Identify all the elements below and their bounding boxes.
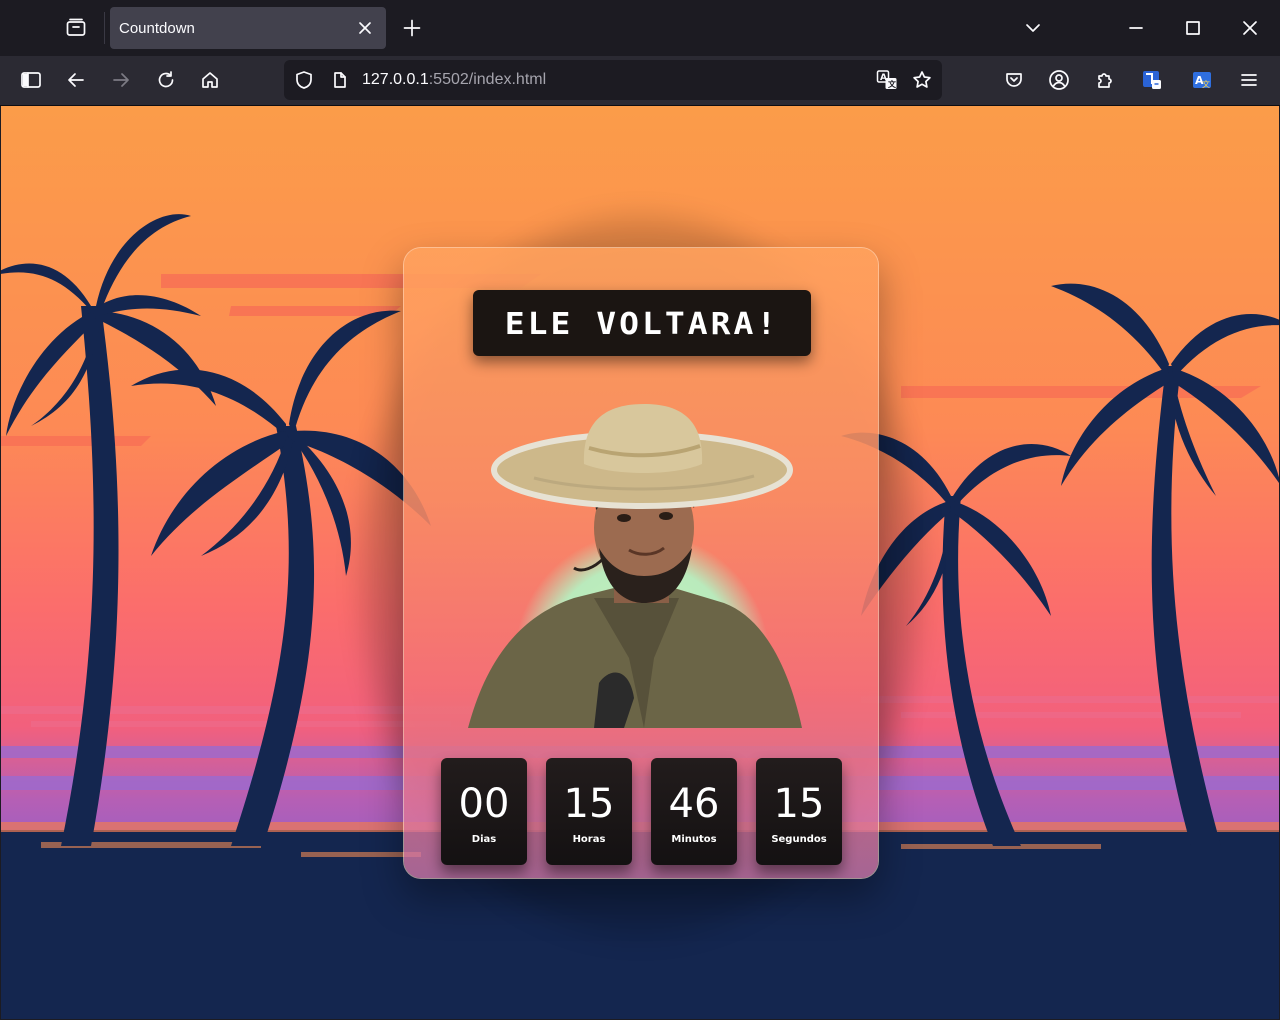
forward-arrow-icon[interactable] xyxy=(103,62,139,98)
reload-icon[interactable] xyxy=(148,62,184,98)
close-tab-icon[interactable] xyxy=(350,13,380,43)
vpn-extension-icon[interactable] xyxy=(1134,62,1170,98)
page-viewport: ELE VOLTARA! 00 Dias 15 Horas 46 Minutos… xyxy=(1,106,1279,1019)
chevron-down-icon[interactable] xyxy=(1013,8,1053,48)
close-window-icon[interactable] xyxy=(1230,8,1270,48)
translator-extension-icon[interactable]: A文 xyxy=(1184,62,1220,98)
tab-separator xyxy=(104,12,105,44)
minutes-value: 46 xyxy=(668,781,720,827)
url-path: :5502/index.html xyxy=(428,71,547,88)
url-text[interactable]: 127.0.0.1:5502/index.html xyxy=(362,71,546,89)
page-icon xyxy=(324,64,356,96)
shield-icon[interactable] xyxy=(288,64,320,96)
account-icon[interactable] xyxy=(1041,62,1077,98)
pocket-icon[interactable] xyxy=(996,62,1032,98)
extensions-icon[interactable] xyxy=(1087,62,1123,98)
heading-box: ELE VOLTARA! xyxy=(473,290,811,356)
maximize-icon[interactable] xyxy=(1173,8,1213,48)
portrait-image xyxy=(468,404,802,728)
minutes-label: Minutos xyxy=(671,834,717,845)
home-icon[interactable] xyxy=(192,62,228,98)
countdown-minutes: 46 Minutos xyxy=(651,758,737,865)
svg-text:文: 文 xyxy=(1202,79,1210,89)
countdown-days: 00 Dias xyxy=(441,758,527,865)
hours-label: Horas xyxy=(572,834,606,845)
tab-title: Countdown xyxy=(119,19,195,37)
tab-countdown[interactable]: Countdown xyxy=(110,7,386,49)
new-tab-icon[interactable] xyxy=(396,12,428,44)
days-label: Dias xyxy=(471,834,497,845)
menu-hamburger-icon[interactable] xyxy=(1231,62,1267,98)
minimize-icon[interactable] xyxy=(1116,8,1156,48)
countdown-hours: 15 Horas xyxy=(546,758,632,865)
days-value: 00 xyxy=(458,781,510,827)
sidebar-icon[interactable] xyxy=(13,62,49,98)
navigation-toolbar: 127.0.0.1:5502/index.html A文 A文 xyxy=(0,56,1280,105)
countdown-card: ELE VOLTARA! 00 Dias 15 Horas 46 Minutos… xyxy=(403,247,879,879)
seconds-label: Segundos xyxy=(771,834,827,845)
page-heading: ELE VOLTARA! xyxy=(504,305,780,341)
tab-list-icon[interactable] xyxy=(54,8,98,48)
bookmark-star-icon[interactable] xyxy=(906,64,938,96)
countdown-seconds: 15 Segundos xyxy=(756,758,842,865)
back-arrow-icon[interactable] xyxy=(58,62,94,98)
url-host: 127.0.0.1 xyxy=(362,71,429,88)
hours-value: 15 xyxy=(563,781,615,827)
seconds-value: 15 xyxy=(773,781,825,827)
translate-icon[interactable]: A文 xyxy=(871,64,903,96)
tab-strip: Countdown xyxy=(0,0,1280,56)
svg-text:文: 文 xyxy=(888,79,897,89)
address-bar[interactable]: 127.0.0.1:5502/index.html A文 xyxy=(284,60,942,100)
